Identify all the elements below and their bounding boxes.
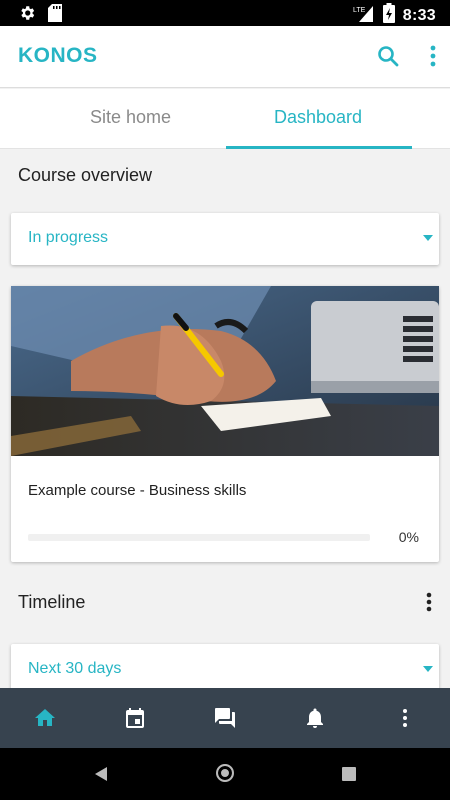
home-button-icon[interactable] bbox=[216, 764, 234, 782]
search-icon[interactable] bbox=[376, 44, 400, 73]
bottom-navigation bbox=[0, 688, 450, 748]
messages-icon[interactable] bbox=[213, 706, 237, 730]
course-filter-select[interactable]: In progress bbox=[11, 213, 439, 265]
active-tab-indicator bbox=[226, 146, 412, 149]
tab-site-home[interactable]: Site home bbox=[90, 107, 171, 128]
recent-apps-icon[interactable] bbox=[342, 767, 356, 781]
sd-card-icon bbox=[48, 4, 62, 27]
timeline-title: Timeline bbox=[18, 592, 86, 612]
timeline-menu-icon[interactable] bbox=[426, 592, 432, 617]
calendar-icon[interactable] bbox=[123, 706, 147, 730]
course-image bbox=[11, 286, 439, 456]
tab-bar: Site home Dashboard bbox=[0, 89, 450, 149]
home-icon[interactable] bbox=[33, 706, 57, 730]
course-progress-text: 0% bbox=[398, 529, 419, 545]
more-icon[interactable] bbox=[393, 706, 417, 730]
status-time: 8:33 bbox=[402, 6, 436, 24]
battery-icon bbox=[382, 3, 395, 28]
course-progress-bar bbox=[28, 534, 370, 541]
back-icon[interactable] bbox=[94, 766, 108, 787]
network-type: LTE bbox=[353, 7, 366, 14]
dropdown-caret-icon bbox=[423, 235, 433, 241]
timeline-filter-value: Next 30 days bbox=[28, 660, 122, 677]
tab-dashboard[interactable]: Dashboard bbox=[274, 107, 362, 128]
app-title: KONOS bbox=[18, 44, 98, 67]
course-filter-value: In progress bbox=[28, 229, 109, 246]
course-name[interactable]: Example course - Business skills bbox=[28, 482, 246, 499]
signal-icon: LTE bbox=[353, 4, 375, 27]
app-bar: KONOS bbox=[0, 26, 450, 88]
course-overview-title: Course overview bbox=[18, 165, 153, 185]
settings-gear-icon bbox=[18, 4, 36, 27]
dropdown-caret-icon bbox=[423, 666, 433, 672]
notifications-icon[interactable] bbox=[303, 706, 327, 730]
system-navigation-bar bbox=[0, 748, 450, 800]
course-card[interactable]: Example course - Business skills 0% bbox=[11, 286, 439, 562]
status-bar: LTE 8:33 bbox=[0, 0, 450, 26]
overflow-menu-icon[interactable] bbox=[430, 45, 436, 72]
